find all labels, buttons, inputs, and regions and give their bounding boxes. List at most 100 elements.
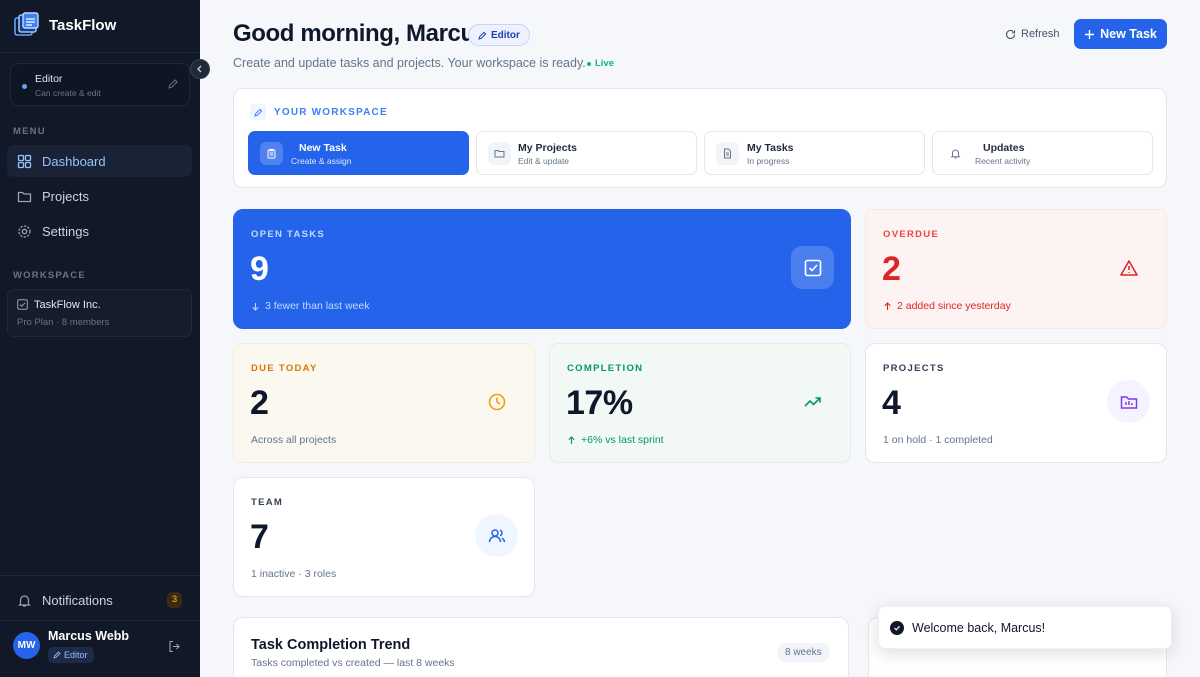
sidebar-item-settings[interactable]: Settings: [7, 215, 192, 247]
sidebar-divider: [0, 52, 200, 53]
document-icon: [716, 142, 739, 165]
stat-label: PROJECTS: [883, 363, 945, 374]
stat-value: 7: [250, 518, 269, 556]
stat-foot-text: 2 added since yesterday: [897, 300, 1011, 312]
page-subtitle: Create and update tasks and projects. Yo…: [233, 56, 586, 70]
stat-card-completion[interactable]: COMPLETION 17% +6% vs last sprint: [549, 343, 851, 463]
collapse-sidebar-button[interactable]: [190, 59, 210, 79]
stat-foot: Across all projects: [251, 434, 336, 446]
avatar[interactable]: MW: [13, 632, 40, 659]
arrow-up-icon: [568, 435, 575, 444]
taskflow-logo-icon: [14, 12, 39, 36]
workspace-panel-label: YOUR WORKSPACE: [274, 106, 388, 118]
user-name: Marcus Webb: [48, 629, 130, 643]
stat-card-overdue[interactable]: OVERDUE 2 2 added since yesterday: [865, 209, 1167, 329]
stat-foot: 2 added since yesterday: [883, 300, 1011, 312]
brand[interactable]: TaskFlow: [14, 12, 116, 38]
user-role-badge: Editor: [48, 647, 94, 663]
stat-label: OPEN TASKS: [251, 229, 326, 240]
role-card-subtitle: Can create & edit: [35, 88, 101, 98]
notification-count-badge: 3: [167, 592, 182, 608]
folder-icon: [17, 191, 32, 202]
sidebar-divider: [0, 620, 200, 621]
trending-up-icon: [791, 380, 834, 423]
refresh-icon: [1005, 29, 1016, 39]
chevron-left-icon: [197, 65, 202, 73]
workspace-meta: Pro Plan · 8 members: [17, 317, 110, 328]
stat-foot: +6% vs last sprint: [567, 434, 664, 446]
plus-icon: [1085, 29, 1095, 39]
action-sub: Edit & update: [518, 156, 570, 166]
gear-icon: [18, 224, 31, 238]
stat-card-due-today[interactable]: DUE TODAY 2 Across all projects: [233, 343, 535, 463]
workspace-panel-title: YOUR WORKSPACE: [250, 104, 388, 120]
warning-icon: [1107, 246, 1150, 289]
action-my-tasks[interactable]: My Tasks In progress: [704, 131, 925, 175]
folder-icon: [488, 142, 511, 165]
menu-heading: MENU: [13, 126, 46, 137]
sidebar-item-dashboard[interactable]: Dashboard: [7, 145, 192, 177]
stat-card-team[interactable]: TEAM 7 1 inactive · 3 roles: [233, 477, 535, 597]
refresh-label: Refresh: [1021, 28, 1060, 40]
refresh-button[interactable]: Refresh: [1005, 24, 1060, 44]
action-new-task[interactable]: New Task Create & assign: [248, 131, 469, 175]
stat-value: 2: [250, 384, 269, 422]
role-status-dot: [22, 84, 27, 89]
stat-value: 4: [882, 384, 901, 422]
stat-foot-text: Across all projects: [251, 434, 337, 446]
action-label: My Projects: [518, 142, 577, 154]
trend-subtitle: Tasks completed vs created — last 8 week…: [251, 657, 455, 669]
welcome-toast[interactable]: Welcome back, Marcus!: [878, 606, 1172, 649]
notifications-label: Notifications: [42, 592, 113, 608]
trend-range-badge[interactable]: 8 weeks: [777, 643, 830, 662]
stat-foot-text: 1 inactive · 3 roles: [251, 568, 337, 580]
role-card-title: Editor: [35, 73, 63, 85]
action-sub: Recent activity: [975, 156, 1031, 166]
users-icon: [475, 514, 518, 557]
action-label: My Tasks: [747, 142, 794, 154]
action-updates[interactable]: Updates Recent activity: [932, 131, 1153, 175]
arrow-down-icon: [252, 302, 259, 311]
notifications-button[interactable]: Notifications 3: [7, 588, 192, 612]
stat-card-open-tasks[interactable]: OPEN TASKS 9 3 fewer than last week: [233, 209, 851, 329]
role-card[interactable]: Editor Can create & edit: [10, 63, 190, 106]
check-circle-icon: [890, 620, 904, 635]
stat-foot: 3 fewer than last week: [251, 300, 369, 312]
app-name: TaskFlow: [49, 16, 117, 34]
pencil-icon: [478, 31, 487, 40]
action-sub: In progress: [747, 156, 790, 166]
workspace-card[interactable]: TaskFlow Inc. Pro Plan · 8 members: [7, 289, 192, 337]
checkbox-icon: [791, 246, 834, 289]
pencil-icon: [53, 651, 61, 659]
page-title: Good morning, Marcus: [233, 20, 488, 47]
bell-icon: [944, 142, 967, 165]
live-label: Live: [595, 58, 615, 69]
checkbox-icon: [17, 299, 28, 310]
stat-value: 9: [250, 250, 269, 288]
folder-icon: [1107, 380, 1150, 423]
workspace-panel: YOUR WORKSPACE New Task Create & assign …: [233, 88, 1167, 188]
sidebar-item-projects[interactable]: Projects: [7, 180, 192, 212]
stat-label: OVERDUE: [883, 229, 940, 240]
logout-icon[interactable]: [168, 640, 181, 653]
stat-value: 17%: [566, 384, 633, 422]
dashboard-icon: [17, 154, 32, 168]
role-badge-label: Editor: [491, 29, 520, 41]
workspace-name: TaskFlow Inc.: [34, 299, 101, 311]
action-label: Updates: [983, 142, 1025, 154]
stat-value: 2: [882, 250, 901, 288]
stat-card-projects[interactable]: PROJECTS 4 1 on hold · 1 completed: [865, 343, 1167, 463]
stat-foot-text: +6% vs last sprint: [581, 434, 664, 446]
workspace-heading: WORKSPACE: [13, 270, 86, 281]
sidebar: TaskFlow Editor Can create & edit MENU D…: [0, 0, 210, 677]
sidebar-divider: [0, 575, 200, 576]
toast-message: Welcome back, Marcus!: [912, 620, 1046, 635]
pencil-icon[interactable]: [167, 78, 179, 90]
stat-foot-text: 3 fewer than last week: [265, 300, 370, 312]
new-task-button[interactable]: New Task: [1074, 19, 1167, 49]
sidebar-item-label: Dashboard: [42, 153, 106, 169]
action-label: New Task: [299, 142, 347, 154]
action-my-projects[interactable]: My Projects Edit & update: [476, 131, 697, 175]
role-badge: Editor: [468, 24, 530, 46]
trend-title: Task Completion Trend: [251, 637, 411, 653]
